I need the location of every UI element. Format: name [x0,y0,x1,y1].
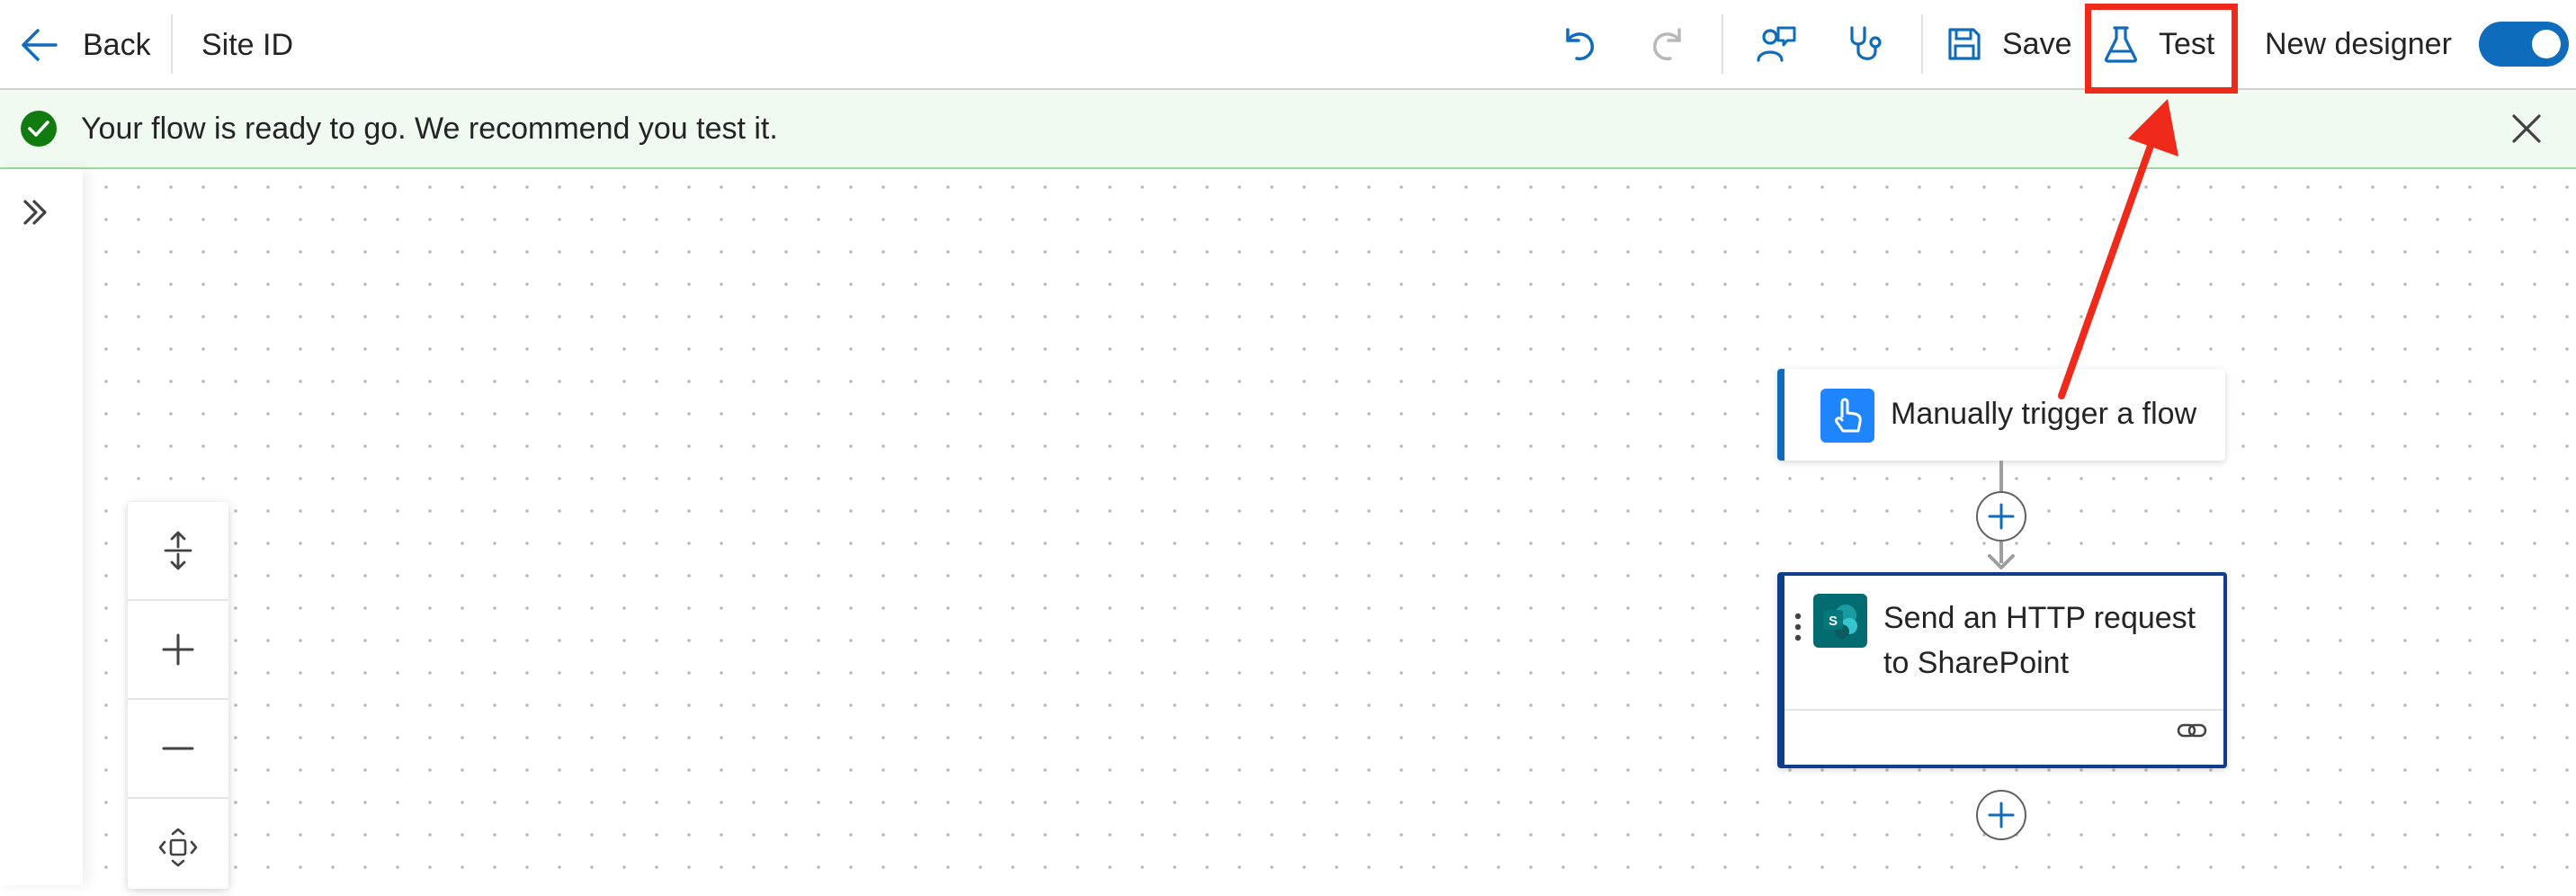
back-button[interactable]: Back [18,18,151,72]
notification-message: Your flow is ready to go. We recommend y… [81,112,778,146]
redo-icon [1653,28,1681,61]
success-notification-bar: Your flow is ready to go. We recommend y… [0,90,2576,169]
stethoscope-icon [1850,26,1882,60]
plus-icon [162,633,194,666]
insert-step-button[interactable] [1976,491,2026,542]
drag-handle-icon[interactable] [1793,612,1802,642]
action-card[interactable]: S Send an HTTP request to SharePoint [1777,572,2227,768]
back-label: Back [83,27,151,62]
annotation-arrow-icon [2058,99,2178,399]
dismiss-notification-button[interactable] [2504,106,2549,151]
close-icon [2512,114,2541,143]
redo-button[interactable] [1641,16,1696,72]
flow-connector [1999,461,2003,495]
plus-icon [1988,802,2015,829]
pan-view-button[interactable] [128,799,228,896]
designer-canvas[interactable] [83,169,2576,885]
zoom-in-button[interactable] [128,601,228,698]
minus-icon [162,747,194,750]
new-designer-toggle-group: New designer [2265,16,2569,72]
touch-hand-icon [1820,389,1874,443]
add-step-button[interactable] [1976,790,2026,840]
chevron-double-right-icon [23,200,47,225]
new-designer-toggle[interactable] [2478,22,2569,67]
action-label: Send an HTTP request to SharePoint [1883,601,2196,680]
zoom-out-button[interactable] [128,700,228,797]
divider [171,14,173,74]
undo-button[interactable] [1551,16,1606,72]
new-designer-label: New designer [2265,26,2452,61]
divider [1921,14,1923,74]
arrow-left-icon [22,29,58,61]
pan-arrows-icon [158,828,198,867]
save-label: Save [2002,26,2072,61]
fit-vertical-icon [164,531,192,570]
plus-icon [1988,503,2015,530]
expand-panel-button[interactable] [13,189,59,236]
flow-checker-button[interactable] [1838,16,1894,72]
copilot-feedback-button[interactable] [1749,16,1804,72]
checkmark-circle-icon [21,111,57,147]
divider [1722,14,1723,74]
left-panel-rail [0,169,83,885]
undo-icon [1566,28,1594,61]
save-icon [1948,28,1981,60]
arrow-down-icon [1988,554,2015,569]
link-icon [2177,723,2207,738]
toggle-knob [2531,30,2561,58]
sharepoint-icon: S [1813,594,1867,648]
test-button-highlight [2085,4,2238,94]
sharepoint-letter: S [1829,614,1838,629]
zoom-controls [128,502,228,889]
flow-title: Site ID [201,27,294,62]
person-feedback-icon [1757,26,1796,62]
fit-view-button[interactable] [128,502,228,599]
divider [1784,709,2223,711]
save-button[interactable]: Save [1946,16,2072,72]
